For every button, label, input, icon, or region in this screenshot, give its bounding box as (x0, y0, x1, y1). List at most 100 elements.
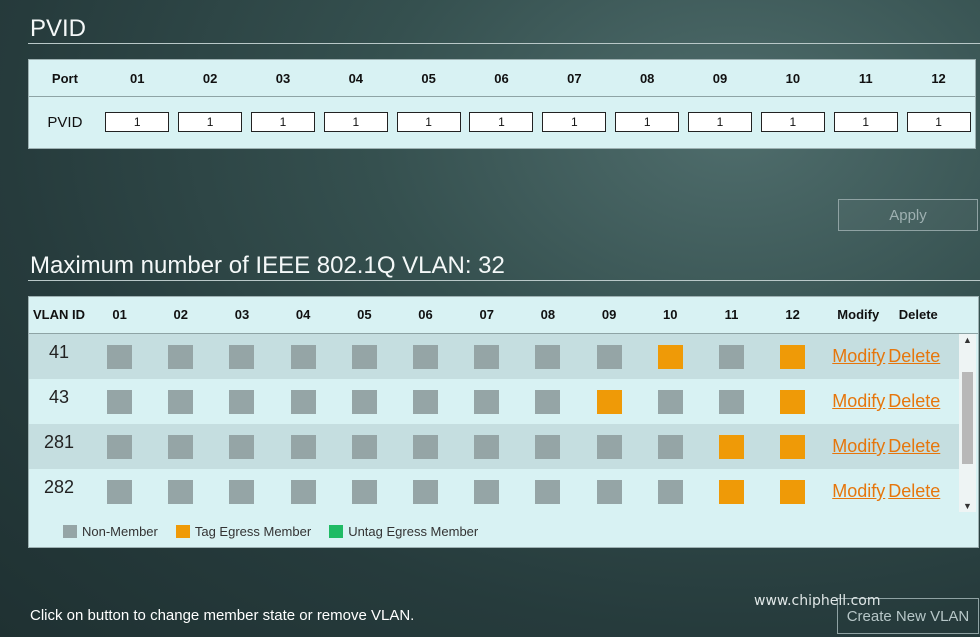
member-state-port-05[interactable] (351, 479, 377, 504)
pvid-input-port-12[interactable]: 1 (906, 112, 971, 132)
member-cell (89, 389, 150, 414)
member-state-port-02[interactable] (168, 434, 194, 459)
pvid-input-port-09[interactable]: 1 (688, 112, 753, 132)
member-state-port-04[interactable] (290, 479, 316, 504)
pvid-input-port-08[interactable]: 1 (615, 112, 680, 132)
member-cell (395, 344, 456, 369)
port-header-11: 11 (858, 70, 873, 86)
modify-link[interactable]: Modify (823, 481, 888, 502)
member-state-port-07[interactable] (474, 389, 500, 414)
pvid-divider (28, 43, 980, 44)
member-state-port-12[interactable] (780, 479, 806, 504)
member-state-port-04[interactable] (290, 389, 316, 414)
pvid-input-port-11[interactable]: 1 (833, 112, 898, 132)
pvid-input-port-02[interactable]: 1 (178, 112, 243, 132)
member-cell (517, 344, 578, 369)
member-cell (517, 479, 578, 504)
member-state-port-06[interactable] (413, 344, 439, 369)
modify-link[interactable]: Modify (823, 391, 888, 412)
pvid-input-port-07[interactable]: 1 (542, 112, 607, 132)
pvid-input-port-05[interactable]: 1 (396, 112, 461, 132)
member-cell (89, 434, 150, 459)
vlan-divider (28, 280, 980, 281)
legend-swatch (329, 524, 344, 538)
member-state-port-07[interactable] (474, 344, 500, 369)
member-state-port-08[interactable] (535, 389, 561, 414)
member-state-port-10[interactable] (657, 479, 683, 504)
delete-link[interactable]: Delete (888, 481, 948, 502)
member-cell (640, 389, 701, 414)
member-state-port-02[interactable] (168, 389, 194, 414)
pvid-input-port-06[interactable]: 1 (469, 112, 534, 132)
scroll-down-arrow-icon[interactable]: ▼ (959, 501, 976, 511)
member-state-port-03[interactable] (229, 434, 255, 459)
scroll-up-arrow-icon[interactable]: ▲ (959, 335, 976, 345)
member-state-port-05[interactable] (351, 389, 377, 414)
member-state-port-04[interactable] (290, 434, 316, 459)
member-state-port-01[interactable] (107, 344, 133, 369)
member-state-port-03[interactable] (229, 389, 255, 414)
scroll-thumb[interactable] (962, 372, 973, 464)
member-state-port-11[interactable] (718, 389, 744, 414)
member-state-port-12[interactable] (780, 389, 806, 414)
member-state-port-12[interactable] (780, 344, 806, 369)
port-header-09: 09 (712, 70, 728, 86)
member-cell (273, 434, 334, 459)
delete-link[interactable]: Delete (888, 391, 948, 412)
member-state-port-07[interactable] (474, 434, 500, 459)
member-cell (273, 344, 334, 369)
legend-label: Non-Member (82, 523, 158, 539)
delete-link[interactable]: Delete (888, 346, 948, 367)
member-state-port-10[interactable] (657, 389, 683, 414)
vlan-rows: 41 Modify Delete 43 Modify Delete 281 Modify Del… (29, 334, 959, 514)
member-state-port-10[interactable] (657, 434, 683, 459)
member-state-port-08[interactable] (535, 344, 561, 369)
member-state-port-09[interactable] (596, 479, 622, 504)
modify-link[interactable]: Modify (823, 436, 888, 457)
member-state-port-01[interactable] (107, 389, 133, 414)
member-state-port-09[interactable] (596, 434, 622, 459)
member-state-port-06[interactable] (413, 479, 439, 504)
member-state-port-06[interactable] (413, 434, 439, 459)
pvid-input-port-03[interactable]: 1 (250, 112, 315, 132)
member-state-port-09[interactable] (596, 389, 622, 414)
member-state-port-11[interactable] (718, 479, 744, 504)
member-state-port-02[interactable] (168, 344, 194, 369)
vlan-scrollbar[interactable]: ▲ ▼ (959, 334, 976, 512)
port-header-08: 08 (639, 70, 655, 86)
member-state-port-04[interactable] (290, 344, 316, 369)
apply-button[interactable]: Apply (838, 199, 978, 231)
member-state-port-10[interactable] (657, 344, 683, 369)
delete-link[interactable]: Delete (888, 436, 948, 457)
member-state-port-07[interactable] (474, 479, 500, 504)
vlan-port-header-01: 01 (112, 307, 127, 322)
member-cell (456, 389, 517, 414)
member-state-port-12[interactable] (780, 434, 806, 459)
pvid-input-port-10[interactable]: 1 (760, 112, 825, 132)
member-state-port-08[interactable] (535, 434, 561, 459)
member-state-port-09[interactable] (596, 344, 622, 369)
member-cell (334, 344, 395, 369)
member-state-port-08[interactable] (535, 479, 561, 504)
member-state-port-01[interactable] (107, 434, 133, 459)
member-state-port-02[interactable] (168, 479, 194, 504)
member-cell (701, 434, 762, 459)
modify-link[interactable]: Modify (823, 346, 888, 367)
legend-label: Tag Egress Member (194, 523, 312, 539)
pvid-cell-11: 1 (829, 97, 902, 147)
member-state-port-11[interactable] (718, 434, 744, 459)
member-state-port-01[interactable] (107, 479, 133, 504)
member-state-port-03[interactable] (229, 344, 255, 369)
member-state-port-03[interactable] (229, 479, 255, 504)
member-state-port-05[interactable] (351, 344, 377, 369)
pvid-cell-10: 1 (756, 97, 829, 147)
pvid-cell-02: 1 (174, 97, 247, 147)
pvid-cell-01: 1 (101, 97, 174, 147)
pvid-input-port-01[interactable]: 1 (105, 112, 170, 132)
member-state-port-11[interactable] (718, 344, 744, 369)
member-cell (579, 434, 640, 459)
member-state-port-05[interactable] (351, 434, 377, 459)
member-state-port-06[interactable] (413, 389, 439, 414)
pvid-input-port-04[interactable]: 1 (323, 112, 388, 132)
member-cell (640, 344, 701, 369)
